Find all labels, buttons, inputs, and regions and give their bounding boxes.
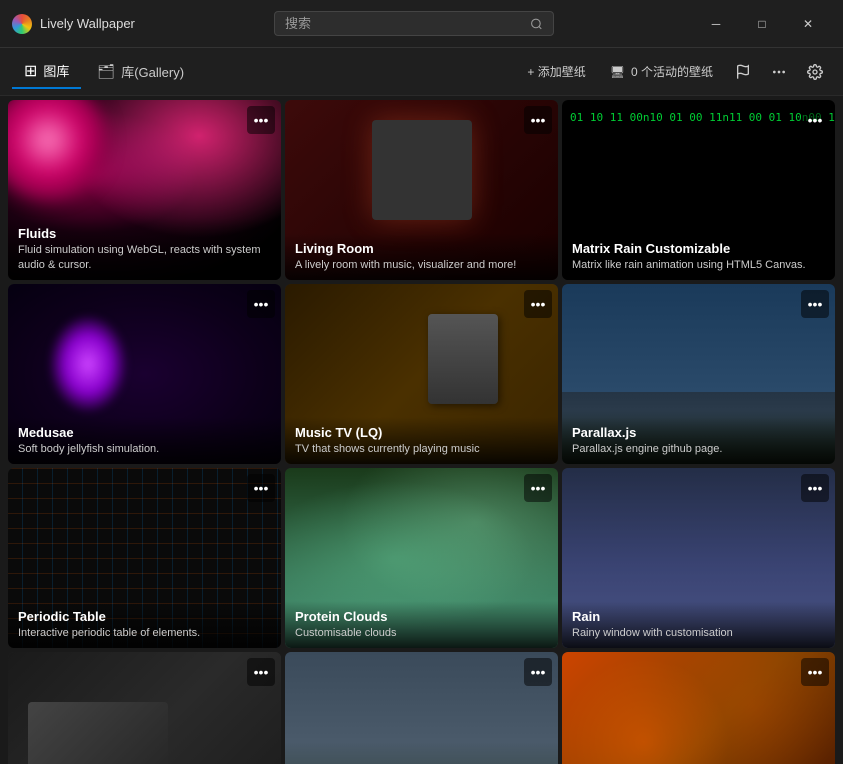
card-desc-clouds: Customisable clouds	[295, 626, 548, 640]
more-button[interactable]	[763, 56, 795, 88]
card-title-parallax: Parallax.js	[572, 425, 825, 440]
card-clouds[interactable]: ••• Protein Clouds Customisable clouds	[285, 468, 558, 648]
flag-button[interactable]	[727, 56, 759, 88]
library-label: 图库	[43, 61, 69, 80]
card-bg-triangles	[562, 652, 835, 764]
library-grid-icon: ⊞	[24, 61, 37, 81]
nav-library[interactable]: ⊞ 图库	[12, 55, 81, 89]
card-thehill[interactable]: ••• The Hill Shader generated hill.	[285, 652, 558, 764]
card-desc-medusae: Soft body jellyfish simulation.	[18, 442, 271, 456]
search-bar[interactable]	[274, 11, 554, 36]
card-matrix[interactable]: ••• Matrix Rain Customizable Matrix like…	[562, 100, 835, 280]
card-menu-rain[interactable]: •••	[801, 474, 829, 502]
card-overlay-livingroom: Living Room A lively room with music, vi…	[285, 233, 558, 280]
card-overlay-periodic: Periodic Table Interactive periodic tabl…	[8, 601, 281, 648]
card-title-rain: Rain	[572, 609, 825, 624]
flag-icon	[735, 64, 751, 80]
card-title-musictv: Music TV (LQ)	[295, 425, 548, 440]
card-simplesystem[interactable]: ••• Simple System Lively hardware API sh…	[8, 652, 281, 764]
card-overlay-matrix: Matrix Rain Customizable Matrix like rai…	[562, 233, 835, 280]
active-wallpaper-button[interactable]: 🖥 0 个活动的壁纸	[600, 58, 723, 85]
card-menu-medusae[interactable]: •••	[247, 290, 275, 318]
card-musictv[interactable]: ••• Music TV (LQ) TV that shows currentl…	[285, 284, 558, 464]
card-desc-periodic: Interactive periodic table of elements.	[18, 626, 271, 640]
card-periodic[interactable]: ••• Periodic Table Interactive periodic …	[8, 468, 281, 648]
close-button[interactable]: ✕	[785, 8, 831, 40]
wallpaper-grid: ••• Fluids Fluid simulation using WebGL,…	[0, 96, 843, 764]
card-medusae[interactable]: ••• Medusae Soft body jellyfish simulati…	[8, 284, 281, 464]
card-title-fluids: Fluids	[18, 226, 271, 241]
card-menu-livingroom[interactable]: •••	[524, 106, 552, 134]
card-title-clouds: Protein Clouds	[295, 609, 548, 624]
card-overlay-clouds: Protein Clouds Customisable clouds	[285, 601, 558, 648]
card-desc-matrix: Matrix like rain animation using HTML5 C…	[572, 258, 825, 272]
card-menu-periodic[interactable]: •••	[247, 474, 275, 502]
card-desc-fluids: Fluid simulation using WebGL, reacts wit…	[18, 243, 271, 272]
search-input[interactable]	[285, 16, 522, 31]
monitor-icon: 🖥	[610, 65, 625, 79]
add-wallpaper-button[interactable]: + 添加壁纸	[517, 58, 595, 85]
window-controls: ─ □ ✕	[693, 8, 831, 40]
card-desc-musictv: TV that shows currently playing music	[295, 442, 548, 456]
minimize-button[interactable]: ─	[693, 8, 739, 40]
card-menu-fluids[interactable]: •••	[247, 106, 275, 134]
card-menu-thehill[interactable]: •••	[524, 658, 552, 686]
more-icon	[771, 64, 787, 80]
search-icon	[530, 17, 543, 31]
card-menu-clouds[interactable]: •••	[524, 474, 552, 502]
card-title-matrix: Matrix Rain Customizable	[572, 241, 825, 256]
card-title-livingroom: Living Room	[295, 241, 548, 256]
card-bg-thehill	[285, 652, 558, 764]
card-fluids[interactable]: ••• Fluids Fluid simulation using WebGL,…	[8, 100, 281, 280]
app-title: Lively Wallpaper	[40, 16, 135, 31]
app-logo	[12, 14, 32, 34]
title-bar-left: Lively Wallpaper	[12, 14, 135, 34]
nav-actions: + 添加壁纸 🖥 0 个活动的壁纸	[517, 56, 831, 88]
card-desc-rain: Rainy window with customisation	[572, 626, 825, 640]
card-menu-matrix[interactable]: •••	[801, 106, 829, 134]
card-title-medusae: Medusae	[18, 425, 271, 440]
card-bg-simplesystem	[8, 652, 281, 764]
card-overlay-musictv: Music TV (LQ) TV that shows currently pl…	[285, 417, 558, 464]
card-parallax[interactable]: ••• Parallax.js Parallax.js engine githu…	[562, 284, 835, 464]
card-overlay-medusae: Medusae Soft body jellyfish simulation.	[8, 417, 281, 464]
nav-gallery[interactable]: 🗂 库(Gallery)	[85, 56, 196, 87]
card-overlay-parallax: Parallax.js Parallax.js engine github pa…	[562, 417, 835, 464]
card-menu-simplesystem[interactable]: •••	[247, 658, 275, 686]
card-overlay-fluids: Fluids Fluid simulation using WebGL, rea…	[8, 218, 281, 280]
card-desc-livingroom: A lively room with music, visualizer and…	[295, 258, 548, 272]
title-bar: Lively Wallpaper ─ □ ✕	[0, 0, 843, 48]
card-menu-parallax[interactable]: •••	[801, 290, 829, 318]
maximize-button[interactable]: □	[739, 8, 785, 40]
active-label: 0 个活动的壁纸	[631, 63, 713, 80]
nav-bar: ⊞ 图库 🗂 库(Gallery) + 添加壁纸 🖥 0 个活动的壁纸	[0, 48, 843, 96]
gallery-label: 库(Gallery)	[121, 62, 184, 81]
card-overlay-rain: Rain Rainy window with customisation	[562, 601, 835, 648]
card-title-periodic: Periodic Table	[18, 609, 271, 624]
card-rain[interactable]: ••• Rain Rainy window with customisation	[562, 468, 835, 648]
settings-button[interactable]	[799, 56, 831, 88]
card-menu-triangles[interactable]: •••	[801, 658, 829, 686]
settings-icon	[807, 64, 823, 80]
card-livingroom[interactable]: ••• Living Room A lively room with music…	[285, 100, 558, 280]
card-triangles[interactable]: ••• Triangles & Light Triangle pattern g…	[562, 652, 835, 764]
card-desc-parallax: Parallax.js engine github page.	[572, 442, 825, 456]
card-menu-musictv[interactable]: •••	[524, 290, 552, 318]
gallery-icon: 🗂	[97, 63, 115, 80]
add-label: + 添加壁纸	[527, 63, 585, 80]
